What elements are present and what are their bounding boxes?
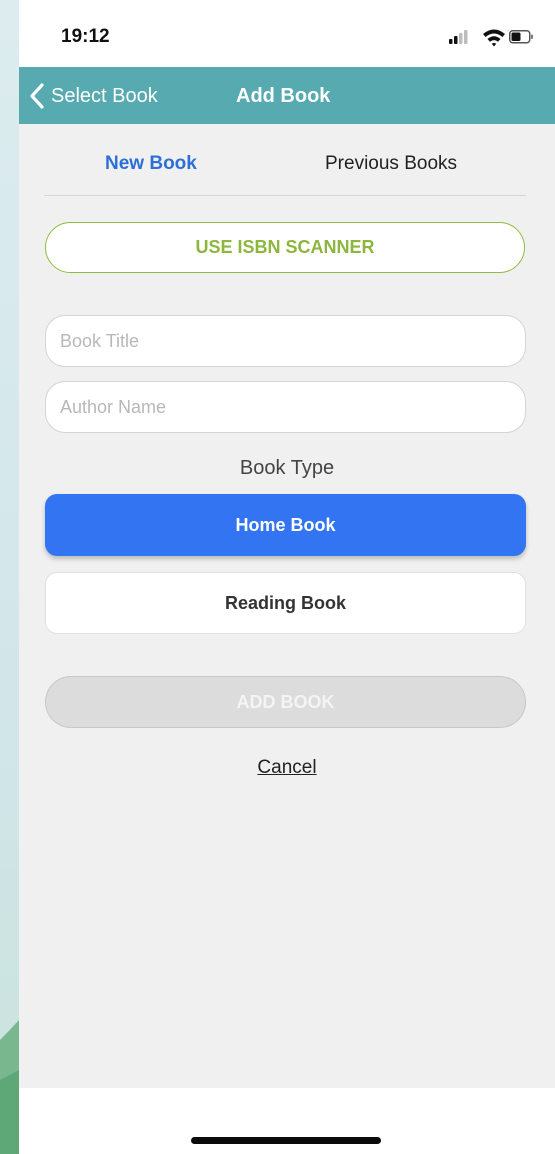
chevron-left-icon bbox=[30, 83, 44, 109]
navigation-bar: Select Book Add Book bbox=[19, 67, 555, 124]
back-button[interactable]: Select Book bbox=[29, 81, 158, 111]
home-book-option[interactable]: Home Book bbox=[45, 494, 526, 556]
status-icons bbox=[449, 29, 533, 47]
home-indicator[interactable] bbox=[191, 1137, 381, 1144]
tab-new-book[interactable]: New Book bbox=[105, 153, 197, 175]
page-title: Add Book bbox=[236, 85, 331, 107]
tab-previous-books[interactable]: Previous Books bbox=[325, 153, 457, 175]
tab-bar: New Book Previous Books bbox=[44, 124, 526, 196]
book-title-input[interactable] bbox=[45, 315, 526, 367]
battery-icon bbox=[509, 30, 533, 44]
status-bar: 19:12 bbox=[19, 0, 555, 67]
wifi-icon bbox=[483, 29, 505, 47]
cancel-link[interactable]: Cancel bbox=[257, 757, 316, 778]
cancel-container: Cancel bbox=[19, 757, 555, 779]
reading-book-option[interactable]: Reading Book bbox=[45, 572, 526, 634]
home-indicator-area bbox=[19, 1088, 555, 1154]
add-book-button[interactable]: ADD BOOK bbox=[45, 676, 526, 728]
book-type-label: Book Type bbox=[239, 457, 335, 479]
back-button-label: Select Book bbox=[51, 84, 158, 107]
status-time: 19:12 bbox=[61, 26, 110, 47]
app-screen: 19:12 Select Book Add Book New Book Prev… bbox=[19, 0, 555, 1154]
isbn-scanner-button[interactable]: USE ISBN SCANNER bbox=[45, 222, 525, 273]
signal-icon bbox=[449, 30, 468, 44]
author-name-input[interactable] bbox=[45, 381, 526, 433]
